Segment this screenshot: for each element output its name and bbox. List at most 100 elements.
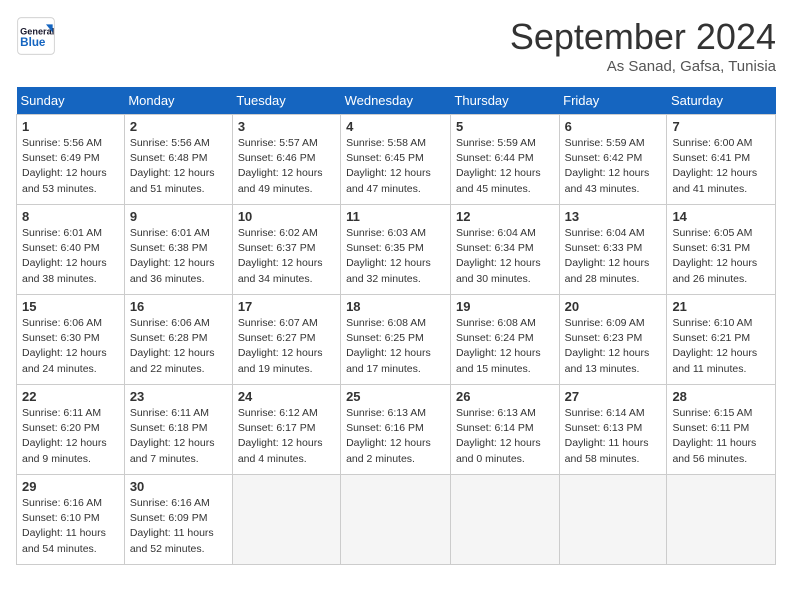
day-number: 10 (238, 209, 335, 224)
day-number: 12 (456, 209, 554, 224)
weekday-header-saturday: Saturday (667, 87, 776, 115)
day-detail: Sunrise: 6:04 AMSunset: 6:33 PMDaylight:… (565, 226, 662, 287)
calendar-cell (341, 475, 451, 565)
calendar-cell: 16 Sunrise: 6:06 AMSunset: 6:28 PMDayligh… (124, 295, 232, 385)
day-detail: Sunrise: 6:02 AMSunset: 6:37 PMDaylight:… (238, 226, 335, 287)
calendar-table: SundayMondayTuesdayWednesdayThursdayFrid… (16, 87, 776, 565)
calendar-cell: 17 Sunrise: 6:07 AMSunset: 6:27 PMDayligh… (232, 295, 340, 385)
day-detail: Sunrise: 5:58 AMSunset: 6:45 PMDaylight:… (346, 136, 445, 197)
day-detail: Sunrise: 5:56 AMSunset: 6:49 PMDaylight:… (22, 136, 119, 197)
calendar-cell: 2 Sunrise: 5:56 AMSunset: 6:48 PMDaylight… (124, 115, 232, 205)
weekday-header-sunday: Sunday (17, 87, 125, 115)
day-detail: Sunrise: 6:16 AMSunset: 6:10 PMDaylight:… (22, 496, 119, 557)
calendar-cell (450, 475, 559, 565)
calendar-cell: 29 Sunrise: 6:16 AMSunset: 6:10 PMDayligh… (17, 475, 125, 565)
day-detail: Sunrise: 6:08 AMSunset: 6:25 PMDaylight:… (346, 316, 445, 377)
calendar-cell: 7 Sunrise: 6:00 AMSunset: 6:41 PMDaylight… (667, 115, 776, 205)
day-number: 21 (672, 299, 770, 314)
calendar-cell: 4 Sunrise: 5:58 AMSunset: 6:45 PMDaylight… (341, 115, 451, 205)
calendar-cell: 12 Sunrise: 6:04 AMSunset: 6:34 PMDayligh… (450, 205, 559, 295)
calendar-cell (232, 475, 340, 565)
calendar-cell: 10 Sunrise: 6:02 AMSunset: 6:37 PMDayligh… (232, 205, 340, 295)
day-number: 4 (346, 119, 445, 134)
day-number: 2 (130, 119, 227, 134)
calendar-cell: 5Sunrise: 5:59 AMSunset: 6:44 PMDaylight… (450, 115, 559, 205)
day-number: 28 (672, 389, 770, 404)
day-number: 13 (565, 209, 662, 224)
calendar-cell: 18 Sunrise: 6:08 AMSunset: 6:25 PMDayligh… (341, 295, 451, 385)
day-number: 18 (346, 299, 445, 314)
calendar-cell: 14 Sunrise: 6:05 AMSunset: 6:31 PMDayligh… (667, 205, 776, 295)
calendar-cell: 24 Sunrise: 6:12 AMSunset: 6:17 PMDayligh… (232, 385, 340, 475)
day-detail: Sunrise: 5:56 AMSunset: 6:48 PMDaylight:… (130, 136, 227, 197)
day-number: 7 (672, 119, 770, 134)
calendar-week-1: 1 Sunrise: 5:56 AMSunset: 6:49 PMDaylight… (17, 115, 776, 205)
calendar-cell: 8Sunrise: 6:01 AMSunset: 6:40 PMDaylight… (17, 205, 125, 295)
month-year: September 2024 (510, 16, 776, 58)
calendar-cell: 23 Sunrise: 6:11 AMSunset: 6:18 PMDayligh… (124, 385, 232, 475)
calendar-cell: 28 Sunrise: 6:15 AMSunset: 6:11 PMDayligh… (667, 385, 776, 475)
logo-icon: General Blue (16, 16, 56, 56)
day-detail: Sunrise: 5:59 AMSunset: 6:42 PMDaylight:… (565, 136, 662, 197)
day-detail: Sunrise: 6:04 AMSunset: 6:34 PMDaylight:… (456, 226, 554, 287)
day-detail: Sunrise: 6:06 AMSunset: 6:30 PMDaylight:… (22, 316, 119, 377)
day-number: 29 (22, 479, 119, 494)
day-detail: Sunrise: 6:05 AMSunset: 6:31 PMDaylight:… (672, 226, 770, 287)
day-detail: Sunrise: 6:15 AMSunset: 6:11 PMDaylight:… (672, 406, 770, 467)
calendar-cell: 19 Sunrise: 6:08 AMSunset: 6:24 PMDayligh… (450, 295, 559, 385)
day-number: 27 (565, 389, 662, 404)
calendar-cell: 11 Sunrise: 6:03 AMSunset: 6:35 PMDayligh… (341, 205, 451, 295)
day-detail: Sunrise: 6:13 AMSunset: 6:14 PMDaylight:… (456, 406, 554, 467)
day-number: 9 (130, 209, 227, 224)
calendar-cell: 13 Sunrise: 6:04 AMSunset: 6:33 PMDayligh… (559, 205, 667, 295)
calendar-cell: 3 Sunrise: 5:57 AMSunset: 6:46 PMDaylight… (232, 115, 340, 205)
location: As Sanad, Gafsa, Tunisia (510, 58, 776, 75)
day-number: 11 (346, 209, 445, 224)
day-detail: Sunrise: 6:06 AMSunset: 6:28 PMDaylight:… (130, 316, 227, 377)
day-detail: Sunrise: 6:13 AMSunset: 6:16 PMDaylight:… (346, 406, 445, 467)
calendar-cell: 30Sunrise: 6:16 AMSunset: 6:09 PMDayligh… (124, 475, 232, 565)
calendar-header: SundayMondayTuesdayWednesdayThursdayFrid… (17, 87, 776, 115)
day-number: 24 (238, 389, 335, 404)
weekday-header-monday: Monday (124, 87, 232, 115)
day-detail: Sunrise: 6:03 AMSunset: 6:35 PMDaylight:… (346, 226, 445, 287)
calendar-cell: 1 Sunrise: 5:56 AMSunset: 6:49 PMDaylight… (17, 115, 125, 205)
day-number: 1 (22, 119, 119, 134)
day-number: 25 (346, 389, 445, 404)
day-number: 14 (672, 209, 770, 224)
day-number: 23 (130, 389, 227, 404)
page-header: General Blue September 2024 As Sanad, Ga… (16, 16, 776, 75)
day-detail: Sunrise: 6:09 AMSunset: 6:23 PMDaylight:… (565, 316, 662, 377)
calendar-week-3: 15 Sunrise: 6:06 AMSunset: 6:30 PMDayligh… (17, 295, 776, 385)
weekday-header-wednesday: Wednesday (341, 87, 451, 115)
day-number: 8 (22, 209, 119, 224)
weekday-header-friday: Friday (559, 87, 667, 115)
day-detail: Sunrise: 6:00 AMSunset: 6:41 PMDaylight:… (672, 136, 770, 197)
day-number: 5 (456, 119, 554, 134)
day-number: 17 (238, 299, 335, 314)
day-detail: Sunrise: 5:57 AMSunset: 6:46 PMDaylight:… (238, 136, 335, 197)
day-detail: Sunrise: 6:10 AMSunset: 6:21 PMDaylight:… (672, 316, 770, 377)
day-detail: Sunrise: 6:12 AMSunset: 6:17 PMDaylight:… (238, 406, 335, 467)
day-detail: Sunrise: 6:01 AMSunset: 6:38 PMDaylight:… (130, 226, 227, 287)
day-number: 19 (456, 299, 554, 314)
day-detail: Sunrise: 6:08 AMSunset: 6:24 PMDaylight:… (456, 316, 554, 377)
calendar-week-2: 8Sunrise: 6:01 AMSunset: 6:40 PMDaylight… (17, 205, 776, 295)
day-number: 30 (130, 479, 227, 494)
calendar-cell: 22Sunrise: 6:11 AMSunset: 6:20 PMDayligh… (17, 385, 125, 475)
calendar-cell: 15 Sunrise: 6:06 AMSunset: 6:30 PMDayligh… (17, 295, 125, 385)
day-number: 22 (22, 389, 119, 404)
calendar-cell: 9 Sunrise: 6:01 AMSunset: 6:38 PMDaylight… (124, 205, 232, 295)
day-number: 26 (456, 389, 554, 404)
day-detail: Sunrise: 6:14 AMSunset: 6:13 PMDaylight:… (565, 406, 662, 467)
title-block: September 2024 As Sanad, Gafsa, Tunisia (510, 16, 776, 75)
day-number: 20 (565, 299, 662, 314)
day-number: 15 (22, 299, 119, 314)
day-number: 3 (238, 119, 335, 134)
day-detail: Sunrise: 6:11 AMSunset: 6:18 PMDaylight:… (130, 406, 227, 467)
day-number: 16 (130, 299, 227, 314)
day-detail: Sunrise: 6:07 AMSunset: 6:27 PMDaylight:… (238, 316, 335, 377)
calendar-cell: 26 Sunrise: 6:13 AMSunset: 6:14 PMDayligh… (450, 385, 559, 475)
calendar-week-4: 22Sunrise: 6:11 AMSunset: 6:20 PMDayligh… (17, 385, 776, 475)
weekday-header-tuesday: Tuesday (232, 87, 340, 115)
